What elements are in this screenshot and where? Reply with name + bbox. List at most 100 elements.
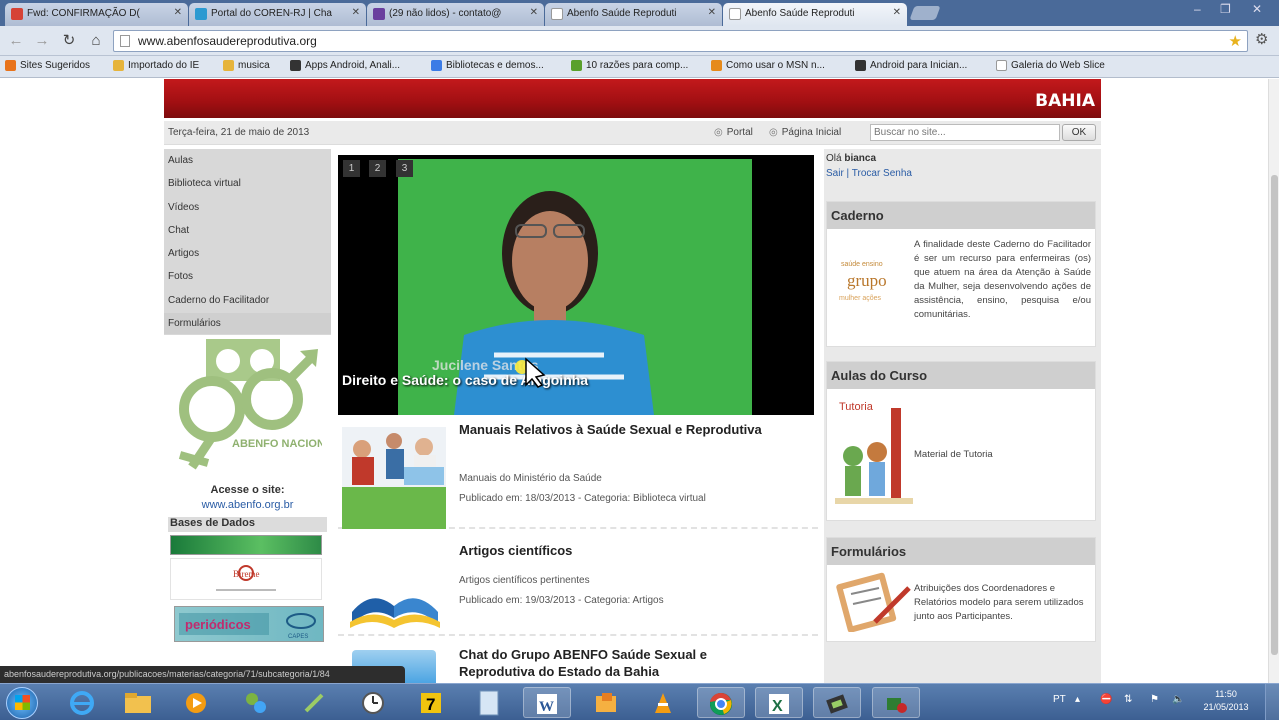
video-slider[interactable]: 1 2 3 Jucilene Santos Direito e Saúde: o…: [338, 155, 814, 415]
nav-item-caderno[interactable]: Caderno do Facilitador: [168, 295, 269, 306]
nav-item-artigos[interactable]: Artigos: [168, 248, 199, 259]
clock-app-icon[interactable]: [349, 687, 397, 718]
database-banner-bireme[interactable]: Bireme: [170, 558, 322, 600]
slider-page-1[interactable]: 1: [343, 160, 360, 177]
start-button[interactable]: [6, 687, 38, 719]
scrollbar-thumb[interactable]: [1271, 175, 1278, 655]
flag-icon[interactable]: ⚑: [1150, 694, 1159, 705]
close-window-icon[interactable]: ✕: [1252, 2, 1262, 16]
bookmark-icon: [855, 60, 866, 71]
slider-page-3[interactable]: 3: [396, 160, 413, 177]
article-title[interactable]: Chat do Grupo ABENFO Saúde Sexual e Repr…: [459, 646, 779, 680]
back-icon[interactable]: ←: [6, 31, 26, 51]
user-links[interactable]: Sair | Trocar Senha: [826, 168, 912, 179]
bookmark-label: musica: [238, 60, 270, 71]
tab-gmail[interactable]: Fwd: CONFIRMAÇÃO D( ✕: [5, 3, 188, 26]
document-app-icon[interactable]: [465, 687, 513, 718]
bookmark-item[interactable]: Como usar o MSN n...: [711, 60, 825, 71]
abenfo-site-link[interactable]: www.abenfo.org.br: [164, 499, 331, 511]
chrome-icon[interactable]: [697, 687, 745, 718]
link-status-bar: abenfosaudereprodutiva.org/publicacoes/m…: [0, 666, 405, 683]
bookmark-folder[interactable]: musica: [223, 60, 270, 71]
article-meta: Publicado em: 19/03/2013 - Categoria: Ar…: [459, 595, 664, 606]
file-explorer-icon[interactable]: [114, 687, 162, 718]
bookmark-item[interactable]: Android para Inician...: [855, 60, 967, 71]
camtasia-icon[interactable]: [872, 687, 920, 718]
movie-app-icon[interactable]: [813, 687, 861, 718]
article-item[interactable]: Artigos científicos Artigos científicos …: [338, 542, 818, 636]
svg-text:saúde ensino: saúde ensino: [841, 261, 883, 268]
article-title[interactable]: Artigos científicos: [459, 542, 779, 559]
tab-abenfo-1[interactable]: Abenfo Saúde Reproduti ✕: [545, 3, 722, 26]
address-bar[interactable]: www.abenfosaudereprodutiva.org ★: [113, 30, 1248, 52]
close-icon[interactable]: ✕: [352, 7, 360, 18]
language-indicator[interactable]: PT: [1053, 694, 1066, 705]
bookmark-folder[interactable]: Importado do IE: [113, 60, 199, 71]
link-pagina-inicial[interactable]: Página Inicial: [769, 127, 841, 138]
excel-icon[interactable]: X: [755, 687, 803, 718]
forward-icon[interactable]: →: [32, 31, 52, 51]
bookmark-item[interactable]: Galeria do Web Slice: [996, 60, 1105, 71]
box-text: A finalidade deste Caderno do Facilitado…: [914, 239, 1091, 320]
bookmark-item[interactable]: Bibliotecas e demos...: [431, 60, 544, 71]
nav-item-videos[interactable]: Vídeos: [168, 202, 199, 213]
article-title[interactable]: Manuais Relativos à Saúde Sexual e Repro…: [459, 421, 779, 438]
tab-coren[interactable]: Portal do COREN-RJ | Cha ✕: [189, 3, 366, 26]
word-icon[interactable]: W: [523, 687, 571, 718]
bookmark-item[interactable]: Apps Android, Anali...: [290, 60, 400, 71]
close-icon[interactable]: ✕: [893, 7, 901, 18]
bookmark-star-icon[interactable]: ★: [1229, 32, 1242, 50]
abenfo-logo[interactable]: ABENFO NACIONAL: [172, 337, 322, 477]
volume-icon[interactable]: 🔈: [1172, 694, 1184, 705]
security-icon[interactable]: ⛔: [1100, 694, 1112, 705]
site-search-input[interactable]: [870, 124, 1060, 141]
search-ok-button[interactable]: OK: [1062, 124, 1096, 141]
internet-explorer-icon[interactable]: [58, 687, 106, 718]
bookmark-item[interactable]: 10 razões para comp...: [571, 60, 688, 71]
link-portal[interactable]: Portal: [714, 127, 753, 138]
svg-text:Bireme: Bireme: [233, 569, 260, 579]
tab-mail[interactable]: (29 não lidos) - contato@ ✕: [367, 3, 544, 26]
nav-item-chat[interactable]: Chat: [168, 225, 189, 236]
article-item[interactable]: Chat do Grupo ABENFO Saúde Sexual e Repr…: [338, 642, 818, 683]
nav-item-formularios[interactable]: Formulários: [164, 313, 331, 334]
vlc-icon[interactable]: [639, 687, 687, 718]
network-icon[interactable]: ⇅: [1124, 694, 1132, 705]
box-aulas-do-curso: Aulas do Curso Tutoria Material de Tutor…: [826, 361, 1096, 521]
minimize-icon[interactable]: –: [1194, 2, 1201, 16]
nav-item-fotos[interactable]: Fotos: [168, 271, 193, 282]
app-seven-icon[interactable]: 7: [407, 687, 455, 718]
box-text[interactable]: Material de Tutoria: [914, 448, 993, 462]
folder-app-icon[interactable]: [582, 687, 630, 718]
windows-logo-icon: [15, 695, 30, 710]
page-scrollbar[interactable]: [1268, 79, 1279, 683]
tab-label: Abenfo Saúde Reproduti: [567, 8, 677, 19]
pen-app-icon[interactable]: [290, 687, 338, 718]
network-app-icon[interactable]: [232, 687, 280, 718]
show-desktop-button[interactable]: [1265, 684, 1279, 720]
svg-text:mulher ações: mulher ações: [839, 295, 882, 302]
slider-page-2[interactable]: 2: [369, 160, 386, 177]
page-icon: [996, 60, 1007, 71]
restore-icon[interactable]: ❐: [1220, 2, 1231, 16]
svg-text:CAPES: CAPES: [288, 634, 308, 640]
svg-text:W: W: [539, 699, 554, 715]
wrench-menu-icon[interactable]: ⚙: [1255, 30, 1268, 48]
tray-expand-icon[interactable]: ▴: [1075, 694, 1080, 705]
nav-item-biblioteca[interactable]: Biblioteca virtual: [168, 178, 241, 189]
media-player-icon[interactable]: [172, 687, 220, 718]
tab-abenfo-active[interactable]: Abenfo Saúde Reproduti ✕: [723, 3, 907, 26]
close-icon[interactable]: ✕: [708, 7, 716, 18]
database-banner-periodicos-capes[interactable]: periódicos CAPES: [174, 606, 324, 642]
bookmark-item[interactable]: Sites Sugeridos: [5, 60, 90, 71]
video-caption[interactable]: Direito e Saúde: o caso de Alagoinha: [342, 372, 588, 388]
reload-icon[interactable]: ↻: [59, 31, 79, 51]
database-banner-1[interactable]: [170, 535, 322, 555]
article-item[interactable]: Manuais Relativos à Saúde Sexual e Repro…: [338, 421, 818, 529]
nav-item-aulas[interactable]: Aulas: [168, 155, 193, 166]
close-icon[interactable]: ✕: [530, 7, 538, 18]
home-icon[interactable]: ⌂: [86, 31, 106, 51]
system-clock[interactable]: 11:50 21/05/2013: [1196, 688, 1256, 714]
new-tab-button[interactable]: [909, 6, 941, 20]
close-icon[interactable]: ✕: [174, 7, 182, 18]
